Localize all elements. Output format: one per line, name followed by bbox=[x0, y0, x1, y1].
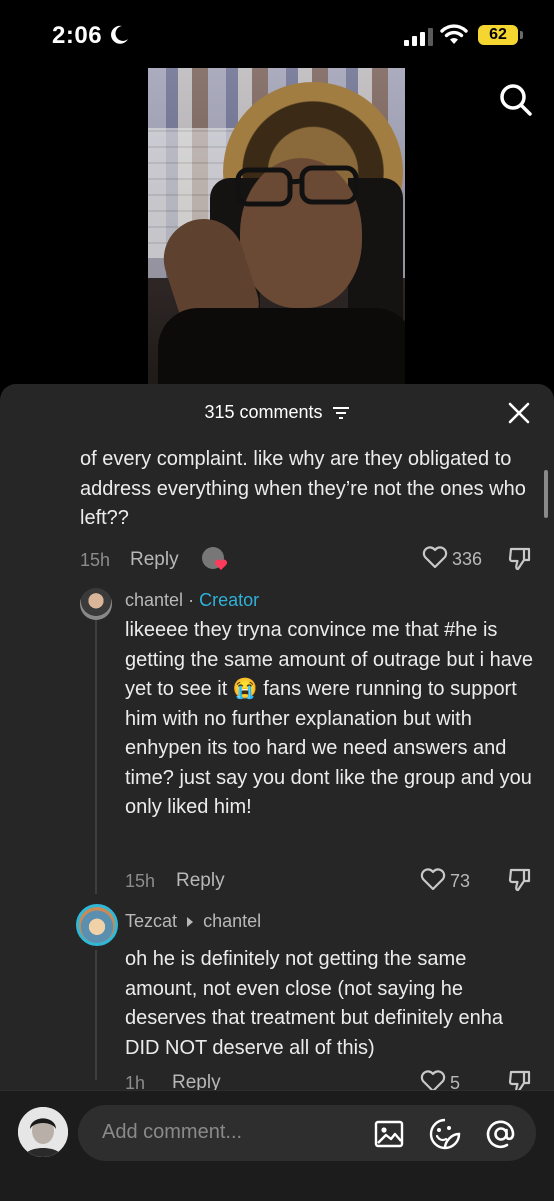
avatar[interactable] bbox=[76, 904, 118, 946]
reply-arrow-icon bbox=[187, 917, 194, 928]
video-preview[interactable] bbox=[148, 68, 405, 390]
comment-text: likeeee they tryna convince me that #he … bbox=[125, 619, 534, 818]
mention-icon[interactable] bbox=[484, 1117, 518, 1151]
reply-to-name[interactable]: chantel bbox=[203, 911, 261, 931]
heart-filled-icon bbox=[214, 559, 228, 570]
emoji-sticker-icon[interactable] bbox=[428, 1117, 462, 1151]
like-count: 336 bbox=[452, 549, 483, 569]
comment-input[interactable]: Add comment... bbox=[78, 1105, 536, 1161]
scrollbar[interactable] bbox=[544, 470, 548, 518]
comments-header: 315 comments bbox=[0, 402, 554, 423]
comment-author-line: Tezcat chantel bbox=[125, 911, 261, 932]
glasses-shape bbox=[235, 165, 359, 207]
thumbs-down-icon[interactable] bbox=[507, 546, 533, 572]
author-name[interactable]: Tezcat bbox=[125, 911, 177, 931]
sort-filter-icon[interactable] bbox=[332, 406, 350, 420]
my-avatar bbox=[18, 1107, 68, 1157]
status-time: 2:06 bbox=[52, 22, 103, 49]
heart-icon[interactable] bbox=[420, 868, 446, 892]
comment-text: oh he is definitely not getting the same… bbox=[125, 948, 504, 1059]
thread-line bbox=[95, 618, 97, 894]
cellular-signal-icon bbox=[404, 28, 433, 46]
reply-button[interactable]: Reply bbox=[176, 870, 225, 892]
like-count: 73 bbox=[450, 871, 471, 891]
my-avatar-shape bbox=[18, 1107, 68, 1157]
creator-badge: Creator bbox=[199, 590, 260, 610]
status-bar: 2:06 62 bbox=[0, 0, 554, 70]
close-icon[interactable] bbox=[508, 402, 530, 424]
wifi-icon bbox=[440, 24, 468, 44]
comments-sheet: 315 comments of every complaint. like wh… bbox=[0, 384, 554, 1200]
moon-icon bbox=[111, 25, 128, 44]
name-separator: · bbox=[188, 590, 195, 610]
shirt bbox=[158, 308, 405, 390]
comment-composer: Add comment... bbox=[0, 1090, 554, 1201]
thread-line bbox=[95, 950, 97, 1080]
comment-time: 15h bbox=[80, 550, 111, 570]
heart-icon[interactable] bbox=[422, 546, 448, 570]
thumbs-down-icon[interactable] bbox=[507, 867, 533, 893]
reply-button[interactable]: Reply bbox=[130, 549, 179, 571]
image-icon[interactable] bbox=[372, 1117, 406, 1151]
comment-placeholder: Add comment... bbox=[102, 1121, 243, 1143]
comment-author-line: chantel · Creator bbox=[125, 590, 259, 611]
comments-count: 315 comments bbox=[204, 402, 323, 422]
battery-indicator: 62 bbox=[478, 25, 518, 45]
avatar[interactable] bbox=[80, 588, 112, 620]
search-icon[interactable] bbox=[496, 80, 536, 120]
author-name[interactable]: chantel bbox=[125, 590, 183, 610]
comment-time: 15h bbox=[125, 871, 156, 891]
battery-tip bbox=[520, 31, 523, 39]
comment-text: of every complaint. like why are they ob… bbox=[80, 448, 526, 529]
